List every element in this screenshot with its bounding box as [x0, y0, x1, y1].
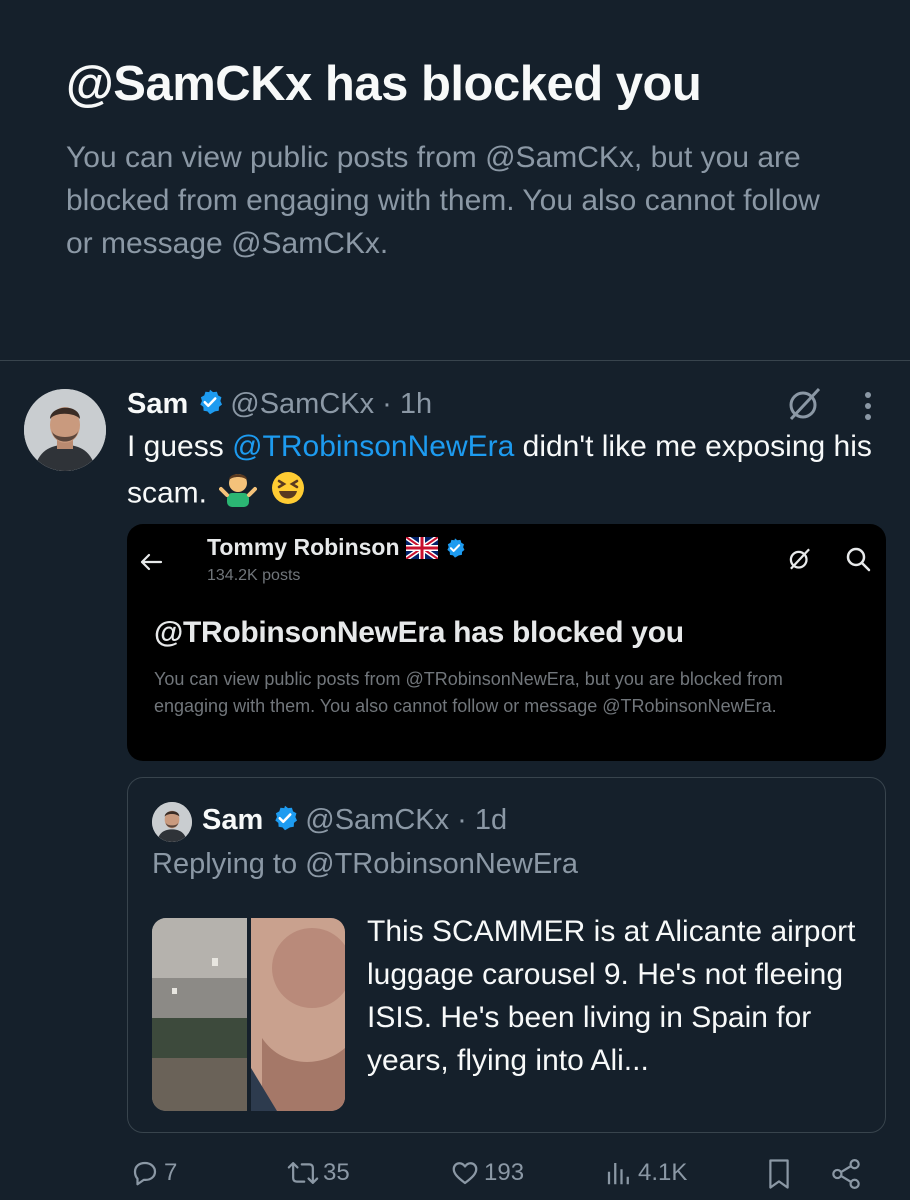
quoted-post[interactable]: Sam @SamCKx · 1d Replying to @TRobinsonN… — [127, 777, 886, 1133]
avatar — [152, 802, 192, 842]
post-text: I guess @TRobinsonNewEra didn't like me … — [127, 425, 897, 520]
back-arrow-icon — [139, 552, 163, 577]
divider — [0, 360, 910, 361]
more-icon[interactable] — [858, 390, 878, 427]
mention-link[interactable]: @TRobinsonNewEra — [232, 430, 514, 463]
repost-icon — [287, 1162, 319, 1184]
quote-header: Sam @SamCKx · 1d — [202, 800, 507, 840]
embed-blocked-description: You can view public posts from @TRobinso… — [154, 669, 783, 716]
action-bar: 7 35 193 4.1K — [0, 1148, 910, 1200]
avatar[interactable] — [24, 389, 106, 471]
quote-text: This SCAMMER is at Alicante airport lugg… — [367, 915, 856, 1077]
reply-button[interactable]: 7 — [130, 1158, 177, 1188]
repost-button[interactable]: 35 — [287, 1158, 350, 1188]
post-header: Sam @SamCKx · 1h — [127, 384, 432, 424]
shrug-emoji-icon — [219, 469, 258, 520]
grok-icon — [787, 546, 813, 577]
verified-icon — [271, 804, 299, 837]
embedded-screenshot[interactable]: Tommy Robinson 134.2K posts @TRobinsonNe… — [127, 524, 886, 761]
embed-post-count: 134.2K posts — [207, 567, 301, 584]
quote-handle-time: @SamCKx · 1d — [305, 803, 508, 836]
replying-to: Replying to @TRobinsonNewEra — [152, 848, 578, 880]
like-count: 193 — [484, 1159, 525, 1186]
blocked-description: You can view public posts from @SamCKx, … — [66, 141, 820, 260]
blocked-title: @SamCKx has blocked you — [66, 57, 702, 111]
views-icon — [607, 1163, 629, 1185]
quote-author-name: Sam — [202, 803, 264, 836]
reply-count: 7 — [164, 1159, 178, 1186]
reply-icon — [133, 1161, 157, 1186]
share-button[interactable] — [830, 1158, 866, 1190]
like-button[interactable]: 193 — [450, 1158, 524, 1188]
share-icon — [832, 1158, 860, 1190]
repost-count: 35 — [323, 1159, 350, 1186]
bookmark-button[interactable] — [765, 1158, 797, 1190]
blocked-banner: @SamCKx has blocked you You can view pub… — [0, 0, 910, 360]
like-icon — [452, 1162, 478, 1185]
search-icon — [845, 546, 871, 577]
embed-profile-name: Tommy Robinson — [207, 534, 466, 561]
grok-icon[interactable] — [785, 386, 825, 427]
verified-icon — [196, 388, 224, 421]
views-button[interactable]: 4.1K — [604, 1158, 687, 1188]
uk-flag-icon — [405, 536, 438, 559]
bookmark-icon — [769, 1159, 789, 1189]
quote-media-thumbnail[interactable] — [152, 918, 345, 1111]
views-count: 4.1K — [638, 1159, 688, 1186]
verified-icon — [446, 537, 464, 558]
post-handle-time[interactable]: @SamCKx · 1h — [230, 388, 432, 421]
laughing-emoji-icon — [270, 470, 306, 519]
post-author-name[interactable]: Sam — [127, 388, 188, 421]
embed-blocked-title: @TRobinsonNewEra has blocked you — [154, 616, 684, 649]
